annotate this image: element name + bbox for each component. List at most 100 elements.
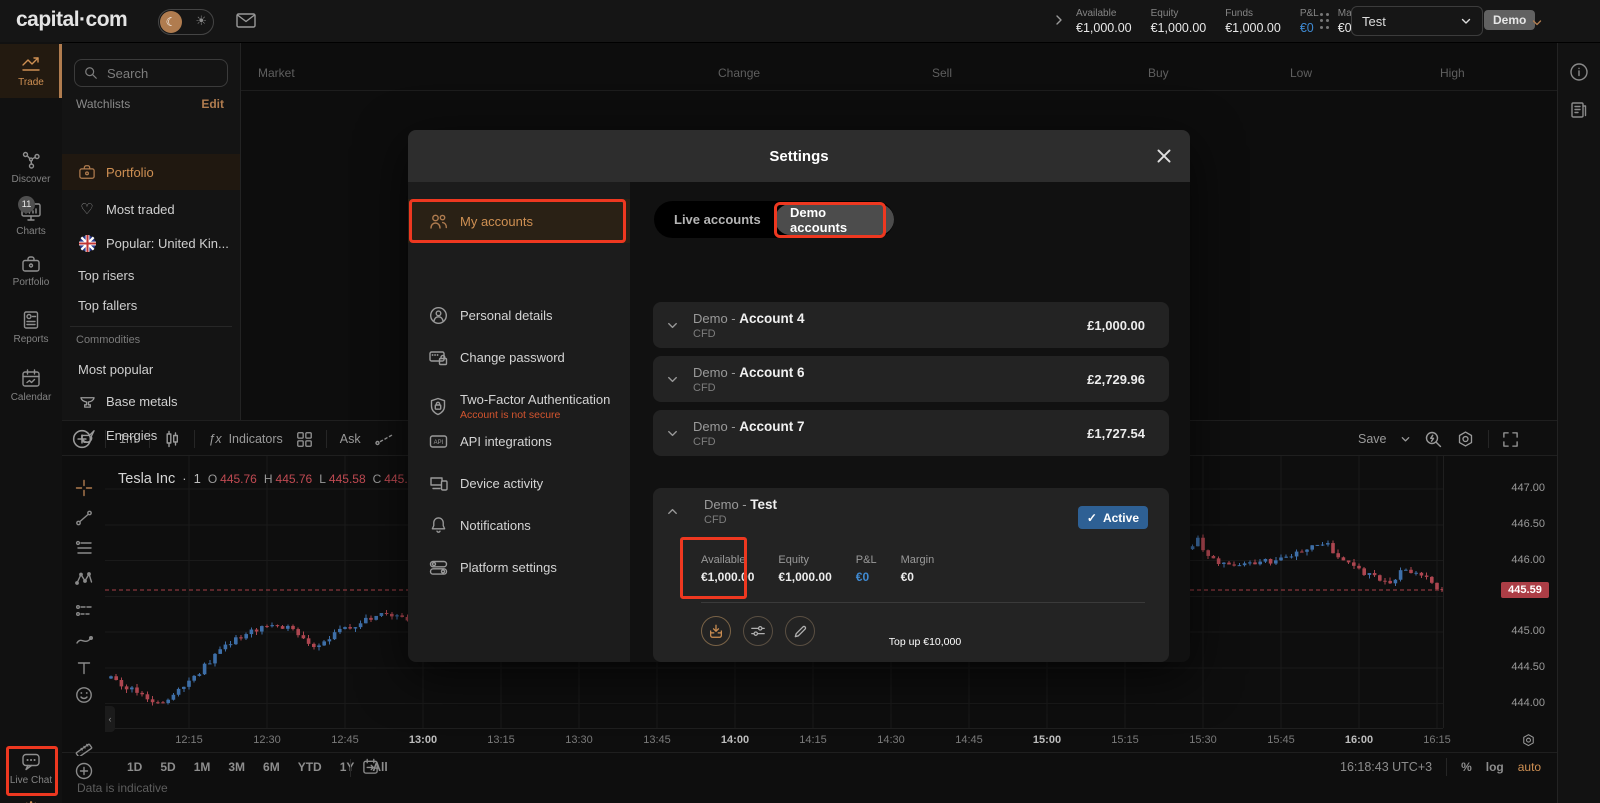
range-button[interactable]: 1D bbox=[120, 758, 149, 776]
nav-label: My accounts bbox=[460, 214, 533, 229]
chevron-down-icon[interactable] bbox=[665, 426, 680, 441]
watchlist-item-top-risers[interactable]: Top risers bbox=[62, 260, 240, 290]
auto-scale-button[interactable]: auto bbox=[1518, 760, 1541, 774]
range-button[interactable]: 1M bbox=[187, 758, 218, 776]
nav-item-personal-details[interactable]: Personal details bbox=[408, 294, 630, 336]
watchlist-item-popular-uk[interactable]: Popular: United Kin... bbox=[62, 226, 240, 260]
chevron-down-icon[interactable] bbox=[665, 372, 680, 387]
sidebar-item-live-chat[interactable]: Live Chat bbox=[0, 742, 62, 796]
mail-icon[interactable] bbox=[236, 13, 256, 28]
brush-tool[interactable] bbox=[73, 629, 95, 651]
range-button[interactable]: 5D bbox=[153, 758, 182, 776]
layout-grid-button[interactable] bbox=[296, 431, 313, 448]
quick-search-icon[interactable] bbox=[1424, 430, 1443, 449]
sidebar-item-portfolio[interactable]: Portfolio bbox=[0, 244, 62, 298]
news-icon[interactable] bbox=[1569, 100, 1589, 120]
nav-item-api-integrations[interactable]: API API integrations bbox=[408, 420, 630, 462]
sidebar-item-calendar[interactable]: Calendar bbox=[0, 358, 62, 412]
sidebar-item-reports[interactable]: Reports bbox=[0, 300, 62, 354]
stat-value: €0 bbox=[901, 570, 935, 584]
watchlist-item-base-metals[interactable]: Base metals bbox=[62, 384, 240, 418]
fib-retracement-tool[interactable] bbox=[73, 537, 95, 559]
log-scale-button[interactable]: log bbox=[1486, 760, 1504, 774]
watchlists-edit-button[interactable]: Edit bbox=[201, 97, 224, 111]
account-row[interactable]: Demo - Account 4 CFD £1,000.00 bbox=[653, 302, 1169, 348]
drag-handle-icon[interactable] bbox=[1320, 13, 1329, 29]
stat-label: Funds bbox=[1225, 8, 1281, 19]
account-row[interactable]: Demo - Account 6 CFD £2,729.96 bbox=[653, 356, 1169, 402]
column-buy: Buy bbox=[1148, 66, 1169, 80]
percent-scale-button[interactable]: % bbox=[1461, 760, 1472, 774]
watchlist-item-most-traded[interactable]: ♡ Most traded bbox=[62, 192, 240, 226]
search-input[interactable] bbox=[105, 65, 209, 82]
stat-label: Equity bbox=[1151, 8, 1207, 19]
sidebar-label: Charts bbox=[16, 226, 45, 237]
axis-settings-icon[interactable] bbox=[1521, 733, 1536, 748]
search-input-wrap[interactable] bbox=[74, 59, 228, 87]
range-button[interactable]: 3M bbox=[221, 758, 252, 776]
pattern-tool[interactable] bbox=[73, 567, 95, 589]
chart-settings-icon[interactable] bbox=[1456, 430, 1475, 449]
rename-account-button[interactable] bbox=[785, 616, 815, 646]
price-axis[interactable]: 445.59 447.00446.50446.00445.00444.50444… bbox=[1443, 456, 1557, 728]
column-low: Low bbox=[1290, 66, 1312, 80]
open-value: 445.76 bbox=[220, 472, 257, 486]
account-type: CFD bbox=[693, 328, 805, 340]
symbol-name[interactable]: Tesla Inc bbox=[118, 471, 175, 487]
emoji-tool[interactable] bbox=[73, 684, 95, 706]
tab-demo-accounts[interactable]: Demo accounts bbox=[775, 204, 894, 235]
nav-item-change-password[interactable]: Change password bbox=[408, 336, 630, 378]
fullscreen-icon[interactable] bbox=[1502, 431, 1519, 448]
sidebar-item-charts[interactable]: 11 Charts bbox=[0, 192, 62, 246]
range-button[interactable]: 1Y bbox=[333, 758, 362, 776]
time-tick: 12:30 bbox=[239, 734, 295, 746]
watchlist-item-top-fallers[interactable]: Top fallers bbox=[62, 290, 240, 320]
tab-live-accounts[interactable]: Live accounts bbox=[654, 212, 781, 227]
nav-item-my-accounts[interactable]: My accounts bbox=[408, 199, 630, 243]
users-icon bbox=[429, 213, 448, 230]
ruler-tool[interactable] bbox=[73, 736, 95, 758]
expand-stats-chevron[interactable] bbox=[1052, 13, 1066, 27]
chevron-down-icon[interactable] bbox=[665, 318, 680, 333]
nav-item-notifications[interactable]: Notifications bbox=[408, 504, 630, 546]
forecast-tool[interactable] bbox=[73, 599, 95, 621]
collapse-toolbar-handle[interactable]: ‹ bbox=[105, 706, 115, 732]
watchlist-item-energies[interactable]: Energies bbox=[62, 418, 240, 452]
account-settings-button[interactable] bbox=[743, 616, 773, 646]
theme-toggle[interactable]: ☾ ☀ bbox=[158, 9, 214, 35]
watchlist-item-most-popular[interactable]: Most popular bbox=[62, 354, 240, 384]
person-circle-icon bbox=[429, 306, 448, 325]
close-icon[interactable] bbox=[1154, 146, 1174, 166]
line-style-icon[interactable] bbox=[374, 431, 394, 447]
chevron-up-icon[interactable] bbox=[665, 504, 680, 519]
text-tool[interactable] bbox=[73, 657, 95, 679]
save-button[interactable]: Save bbox=[1358, 432, 1387, 446]
go-to-date-icon[interactable] bbox=[362, 758, 379, 775]
mode-chevron-icon[interactable] bbox=[1530, 16, 1544, 30]
session-clock[interactable]: 16:18:43 UTC+3 bbox=[1340, 760, 1432, 774]
sidebar-item-discover[interactable]: Discover bbox=[0, 140, 62, 194]
nav-item-device-activity[interactable]: Device activity bbox=[408, 462, 630, 504]
crosshair-tool[interactable] bbox=[73, 477, 95, 499]
toggles-icon bbox=[429, 559, 448, 576]
top-up-button[interactable] bbox=[701, 616, 731, 646]
account-name: Test bbox=[750, 497, 777, 512]
account-selector[interactable]: Test bbox=[1351, 6, 1483, 36]
range-button[interactable]: 6M bbox=[256, 758, 287, 776]
chevron-down-icon[interactable] bbox=[1400, 434, 1411, 445]
time-axis[interactable]: 12:1512:3012:4513:0013:1513:3013:4514:00… bbox=[105, 728, 1443, 753]
account-row[interactable]: Demo - Account 7 CFD £1,727.54 bbox=[653, 410, 1169, 456]
price-mode-button[interactable]: Ask bbox=[340, 432, 361, 446]
zoom-in-tool[interactable] bbox=[73, 760, 95, 782]
range-button[interactable]: YTD bbox=[291, 758, 329, 776]
info-icon[interactable] bbox=[1569, 62, 1589, 82]
stat-label: Available bbox=[1076, 8, 1132, 19]
modal-content: Live accounts Demo accounts Demo - Accou… bbox=[630, 182, 1190, 662]
sidebar-item-settings[interactable]: ⚙ Settings bbox=[0, 790, 62, 803]
nav-label: Two-Factor Authentication bbox=[460, 392, 610, 407]
nav-item-platform-settings[interactable]: Platform settings bbox=[408, 546, 630, 588]
watchlist-item-portfolio[interactable]: Portfolio bbox=[62, 154, 240, 190]
divider bbox=[70, 326, 232, 327]
trendline-tool[interactable] bbox=[73, 507, 95, 529]
sidebar-item-trade[interactable]: Trade bbox=[0, 44, 62, 98]
